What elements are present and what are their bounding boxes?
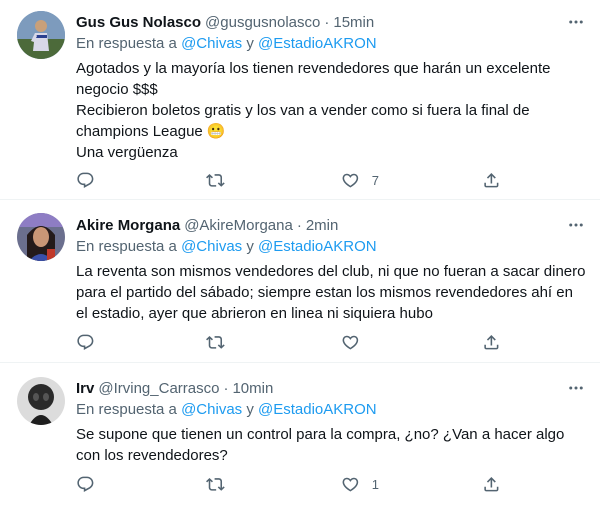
mention-link[interactable]: @EstadioAKRON xyxy=(258,401,377,418)
share-button[interactable] xyxy=(482,333,501,352)
avatar-image xyxy=(17,377,65,425)
retweet-icon xyxy=(206,477,225,491)
avatar[interactable] xyxy=(17,377,65,425)
like-button[interactable]: 1 xyxy=(341,475,379,494)
more-icon xyxy=(569,386,583,390)
like-count: 1 xyxy=(371,476,379,492)
tweet-header: Irv @Irving_Carrasco · 10min xyxy=(76,378,586,398)
retweet-icon xyxy=(206,335,225,349)
heart-icon xyxy=(342,173,359,188)
tweet-actions: 1 xyxy=(0,474,600,494)
retweet-icon xyxy=(206,173,225,187)
tweet-content: Gus Gus Nolasco @gusgusnolasco · 15min E… xyxy=(76,12,586,163)
reply-icon xyxy=(77,334,94,350)
reply-context: En respuesta a @Chivas y @EstadioAKRON xyxy=(76,401,586,421)
user-handle[interactable]: @Irving_Carrasco xyxy=(98,380,219,397)
avatar-image xyxy=(17,213,65,261)
reply-joiner: y xyxy=(246,401,254,418)
share-icon xyxy=(484,334,499,350)
like-button[interactable]: 7 xyxy=(341,171,379,190)
avatar[interactable] xyxy=(17,213,65,261)
avatar[interactable] xyxy=(17,11,65,59)
like-count: 7 xyxy=(371,172,379,188)
display-name[interactable]: Irv xyxy=(76,380,94,397)
retweet-button[interactable] xyxy=(206,475,237,494)
reply-prefix: En respuesta a xyxy=(76,401,177,418)
mention-link[interactable]: @Chivas xyxy=(181,401,242,418)
more-options-button[interactable] xyxy=(566,215,586,235)
separator-dot: · xyxy=(223,379,229,397)
tweet[interactable]: Gus Gus Nolasco @gusgusnolasco · 15min E… xyxy=(0,0,600,200)
heart-icon xyxy=(342,335,359,350)
user-handle[interactable]: @AkireMorgana xyxy=(184,217,293,234)
separator-dot: · xyxy=(296,216,302,234)
more-icon xyxy=(569,20,583,24)
tweet-content: Irv @Irving_Carrasco · 10min En respuest… xyxy=(76,378,586,466)
mention-link[interactable]: @Chivas xyxy=(181,35,242,52)
user-handle[interactable]: @gusgusnolasco xyxy=(205,14,320,31)
tweet-text: Agotados y la mayoría los tienen revende… xyxy=(76,60,551,161)
retweet-button[interactable] xyxy=(206,333,237,352)
retweet-button[interactable] xyxy=(206,171,237,190)
more-icon xyxy=(569,223,583,227)
tweet-header: Akire Morgana @AkireMorgana · 2min xyxy=(76,215,586,235)
share-button[interactable] xyxy=(482,171,501,190)
reply-button[interactable] xyxy=(76,333,107,352)
display-name[interactable]: Gus Gus Nolasco xyxy=(76,14,201,31)
reply-context: En respuesta a @Chivas y @EstadioAKRON xyxy=(76,35,586,55)
timestamp[interactable]: 2min xyxy=(306,217,339,234)
mention-link[interactable]: @EstadioAKRON xyxy=(258,35,377,52)
reply-prefix: En respuesta a xyxy=(76,35,177,52)
reply-icon xyxy=(77,476,94,492)
tweet-content: Akire Morgana @AkireMorgana · 2min En re… xyxy=(76,215,586,324)
tweet[interactable]: Akire Morgana @AkireMorgana · 2min En re… xyxy=(0,201,600,363)
timestamp[interactable]: 10min xyxy=(232,380,273,397)
avatar-image xyxy=(17,11,65,59)
reply-button[interactable] xyxy=(76,475,107,494)
timestamp[interactable]: 15min xyxy=(333,14,374,31)
more-options-button[interactable] xyxy=(566,12,586,32)
reply-icon xyxy=(77,172,94,188)
like-button[interactable] xyxy=(341,333,372,352)
tweet-text: La reventa son mismos vendedores del clu… xyxy=(76,263,586,322)
tweet-actions xyxy=(0,332,600,352)
more-options-button[interactable] xyxy=(566,378,586,398)
reply-context: En respuesta a @Chivas y @EstadioAKRON xyxy=(76,238,586,258)
reply-button[interactable] xyxy=(76,171,107,190)
share-button[interactable] xyxy=(482,475,501,494)
reply-joiner: y xyxy=(246,238,254,255)
reply-joiner: y xyxy=(246,35,254,52)
heart-icon xyxy=(342,477,359,492)
mention-link[interactable]: @Chivas xyxy=(181,238,242,255)
share-icon xyxy=(484,476,499,492)
share-icon xyxy=(484,172,499,188)
display-name[interactable]: Akire Morgana xyxy=(76,217,180,234)
tweet-actions: 7 xyxy=(0,170,600,190)
reply-prefix: En respuesta a xyxy=(76,238,177,255)
separator-dot: · xyxy=(324,13,330,31)
tweet-text: Se supone que tienen un control para la … xyxy=(76,426,565,464)
tweet[interactable]: Irv @Irving_Carrasco · 10min En respuest… xyxy=(0,364,600,506)
tweet-header: Gus Gus Nolasco @gusgusnolasco · 15min xyxy=(76,12,586,32)
mention-link[interactable]: @EstadioAKRON xyxy=(258,238,377,255)
